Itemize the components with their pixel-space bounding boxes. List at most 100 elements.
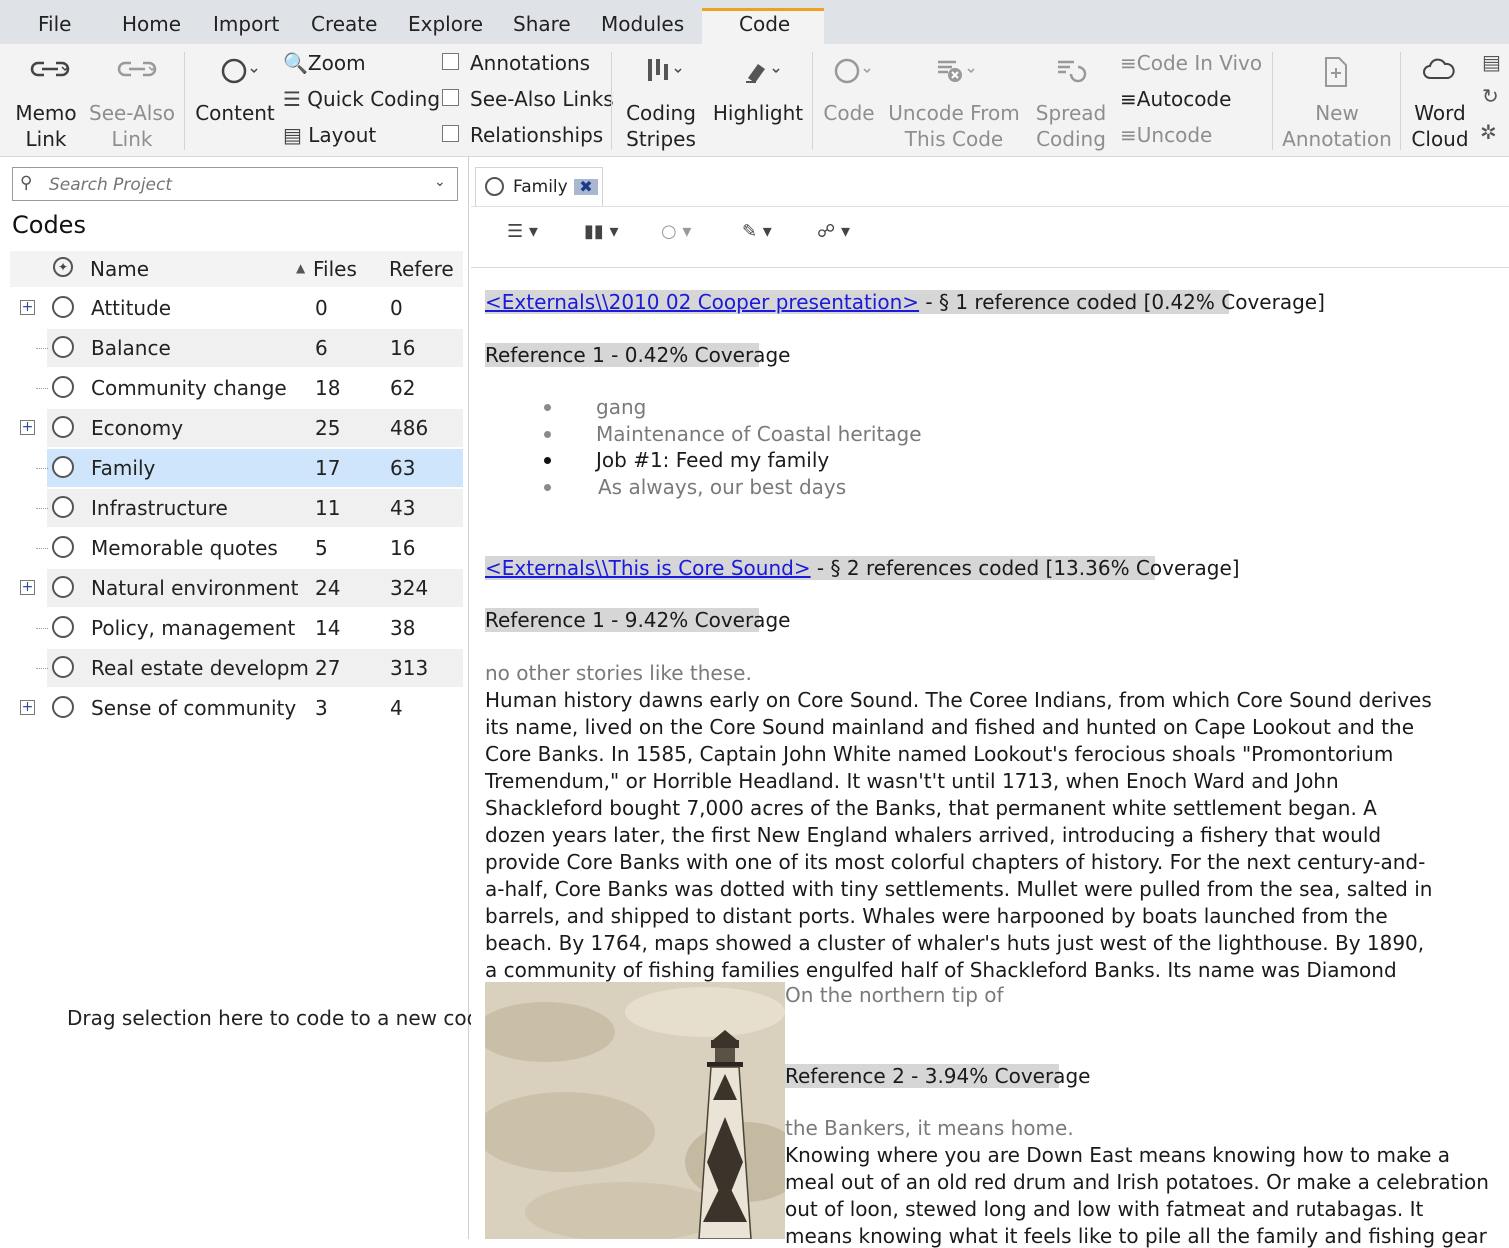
bullet-text: gang: [596, 395, 647, 419]
zoom-button[interactable]: 🔍Zoom: [283, 48, 366, 78]
refresh-icon[interactable]: ↻: [1482, 84, 1499, 108]
annotations-checkbox[interactable]: [442, 53, 459, 70]
annotations-label: Annotations: [470, 51, 591, 75]
code-row[interactable]: Family 17 63: [10, 449, 463, 487]
menu-import[interactable]: Import: [213, 12, 279, 36]
code-files-count: 5: [315, 536, 328, 560]
source-link-core-sound[interactable]: <Externals\\This is Core Sound>: [485, 556, 811, 580]
menu-home[interactable]: Home: [122, 12, 181, 36]
code-references-count: 16: [390, 336, 416, 360]
references-column-header[interactable]: Refere: [389, 257, 454, 281]
search-input[interactable]: [47, 172, 421, 198]
coding-stripes-button[interactable]: Coding Stripes: [620, 100, 702, 152]
detail-view-panel: Family ✖ ☰ ▾ ▮▮ ▾ ○ ▾ ✎ ▾ ☍ ▾ <Externals…: [471, 157, 1509, 1248]
code-circle-icon: [52, 416, 74, 438]
uncode-from-this-code-button[interactable]: Uncode From This Code: [884, 100, 1024, 152]
code-row[interactable]: Infrastructure 11 43: [10, 489, 463, 527]
bullet-dot: [544, 404, 551, 411]
code-files-count: 17: [315, 456, 341, 480]
search-project-field[interactable]: ⚲ ⌄: [12, 167, 458, 201]
code-files-count: 18: [315, 376, 341, 400]
coding-stripes-label-2: Stripes: [626, 127, 696, 151]
coded-paragraph-line: means knowing what it feels like to pile…: [785, 1224, 1487, 1248]
code-row[interactable]: + Natural environment 24 324: [10, 569, 463, 607]
code-button[interactable]: Code: [818, 100, 880, 126]
lighthouse-image: [485, 982, 785, 1239]
quick-coding-button[interactable]: ☰ Quick Coding: [283, 84, 440, 114]
uncode-from-icon: [935, 56, 979, 92]
uncode-button[interactable]: ≡Uncode: [1120, 120, 1212, 150]
memo-link-button[interactable]: Memo Link: [10, 100, 82, 152]
uncode-from-label-1: Uncode From: [888, 101, 1020, 125]
close-tab-icon[interactable]: ✖: [574, 179, 598, 195]
tree-connector: [36, 468, 48, 469]
source-summary: - § 2 references coded [13.36% Coverage]: [810, 556, 1240, 580]
expand-plus-icon[interactable]: +: [20, 420, 35, 435]
code-row[interactable]: + Sense of community 3 4: [10, 689, 463, 727]
see-also-link-button[interactable]: See-Also Link: [88, 100, 176, 152]
source-link-cooper-presentation[interactable]: <Externals\\2010 02 Cooper presentation>: [485, 290, 919, 314]
word-cloud-button[interactable]: Word Cloud: [1408, 100, 1472, 152]
code-row[interactable]: Community change 18 62: [10, 369, 463, 407]
ribbon-separator: [812, 52, 813, 150]
content-label: Content: [195, 101, 275, 125]
see-also-links-checkbox[interactable]: [442, 89, 459, 106]
coding-stripes-icon[interactable]: ▮▮ ▾: [584, 221, 619, 242]
coded-paragraph-line: out of loon, stewed long and low with fa…: [785, 1197, 1424, 1221]
menu-code[interactable]: Code: [739, 12, 790, 36]
reference-header: Reference 2 - 3.94% Coverage: [785, 1064, 1091, 1088]
new-annotation-button[interactable]: New Annotation: [1280, 100, 1394, 152]
code-in-vivo-button[interactable]: ≡Code In Vivo: [1120, 48, 1262, 78]
code-type-column-icon[interactable]: ✦: [53, 257, 73, 277]
relationships-checkbox[interactable]: [442, 125, 459, 142]
drag-to-new-code-hint[interactable]: Drag selection here to code to a new cod…: [67, 1006, 492, 1030]
new-annotation-label-1: New: [1315, 101, 1359, 125]
memo-link-icon: [28, 56, 72, 88]
context-text: On the northern tip of: [785, 983, 1004, 1007]
name-column-header[interactable]: Name: [90, 257, 149, 281]
code-references-count: 63: [390, 456, 416, 480]
code-row[interactable]: + Economy 25 486: [10, 409, 463, 447]
highlight-button[interactable]: Highlight: [710, 100, 806, 126]
code-row[interactable]: Memorable quotes 5 16: [10, 529, 463, 567]
code-row[interactable]: + Attitude 0 0: [10, 289, 463, 327]
files-column-header[interactable]: Files: [313, 257, 357, 281]
chevron-down-icon[interactable]: ⌄: [434, 174, 446, 190]
annotation-comment-icon[interactable]: ☰ ▾: [507, 221, 538, 242]
menu-modules[interactable]: Modules: [601, 12, 684, 36]
ribbon-separator: [184, 52, 185, 150]
menu-create[interactable]: Create: [311, 12, 377, 36]
code-references-count: 0: [390, 296, 403, 320]
content-button[interactable]: Content: [194, 100, 276, 126]
tree-connector: [36, 388, 48, 389]
layout-button[interactable]: ▤ Layout: [283, 120, 376, 150]
expand-plus-icon[interactable]: +: [20, 700, 35, 715]
word-cloud-label-2: Cloud: [1411, 127, 1469, 151]
highlight-label: Highlight: [712, 101, 804, 125]
link-icon[interactable]: ☍ ▾: [817, 221, 850, 242]
menu-share[interactable]: Share: [513, 12, 571, 36]
menu-file[interactable]: File: [38, 12, 71, 36]
highlight-marker-icon[interactable]: ✎ ▾: [742, 221, 772, 242]
codes-table-header: ✦ Name ▲ Files Refere: [10, 251, 463, 287]
expand-plus-icon[interactable]: +: [20, 580, 35, 595]
chart-icon[interactable]: ▤: [1482, 50, 1501, 74]
source-header-1: <Externals\\2010 02 Cooper presentation>…: [485, 290, 1325, 314]
code-row[interactable]: Balance 6 16: [10, 329, 463, 367]
network-icon[interactable]: ✲: [1480, 120, 1497, 144]
code-files-count: 24: [315, 576, 341, 600]
spread-coding-button[interactable]: Spread Coding: [1032, 100, 1110, 152]
code-files-count: 11: [315, 496, 341, 520]
expand-plus-icon[interactable]: +: [20, 300, 35, 315]
code-name: Economy: [91, 416, 184, 440]
code-circle-icon[interactable]: ○ ▾: [661, 221, 691, 242]
code-row[interactable]: Real estate developm 27 313: [10, 649, 463, 687]
code-name: Infrastructure: [91, 496, 228, 520]
menu-explore[interactable]: Explore: [408, 12, 483, 36]
code-row[interactable]: Policy, management 14 38: [10, 609, 463, 647]
context-text: no other stories like these.: [485, 661, 752, 685]
see-also-link-icon: [115, 56, 159, 88]
autocode-button[interactable]: ≡Autocode: [1120, 84, 1231, 114]
tree-connector: [36, 348, 48, 349]
tab-family[interactable]: Family ✖: [475, 167, 603, 207]
